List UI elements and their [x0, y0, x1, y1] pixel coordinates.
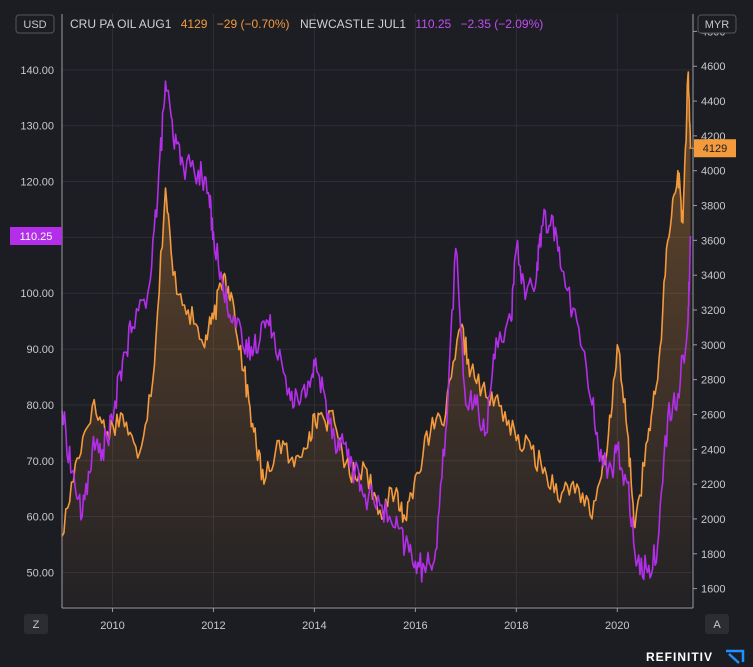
left-axis-ticks: 50.0060.0070.0080.0090.00100.00110.00120… — [20, 65, 54, 580]
brand-wordmark: REFINITIV — [645, 650, 713, 664]
x-axis-ticks: 2010 2012 2014 2016 2018 2020 — [100, 608, 630, 632]
right-tick-label: 2400 — [701, 444, 725, 456]
left-tick-label: 130.00 — [20, 121, 54, 133]
left-tick-label: 140.00 — [20, 65, 54, 77]
right-tick-label: 1800 — [701, 549, 725, 561]
legend-series1-name: CRU PA OIL AUG1 — [70, 17, 172, 31]
auto-scale-button-label: A — [713, 619, 721, 631]
left-tick-label: 100.00 — [20, 288, 54, 300]
x-tick-label: 2018 — [504, 620, 528, 632]
x-tick-label: 2016 — [403, 620, 427, 632]
right-axis-ticks: 1600 1800 2000 2200 2400 2600 2800 3000 3200 3400… — [693, 26, 725, 596]
right-tick-label: 3000 — [701, 340, 725, 352]
legend-series2[interactable]: NEWCASTLE JUL1 110.25 −2.35 (−2.09%) — [300, 17, 543, 31]
right-tick-label: 4600 — [701, 61, 725, 73]
right-tick-label: 1600 — [701, 584, 725, 596]
left-tick-label: 90.00 — [26, 344, 54, 356]
right-tick-label: 2000 — [701, 514, 725, 526]
legend-series1-change: −29 (−0.70%) — [217, 17, 290, 31]
left-tick-label: 120.00 — [20, 177, 54, 189]
left-unit-label: USD — [23, 19, 46, 31]
right-tick-label: 3600 — [701, 235, 725, 247]
legend-series1[interactable]: CRU PA OIL AUG1 4129 −29 (−0.70%) — [70, 17, 289, 31]
right-tick-label: 2200 — [701, 479, 725, 491]
right-unit-label: MYR — [705, 19, 730, 31]
left-tick-label: 80.00 — [26, 400, 54, 412]
x-tick-label: 2012 — [201, 620, 225, 632]
legend-series1-last: 4129 — [181, 17, 208, 31]
left-tick-label: 50.00 — [26, 567, 54, 579]
refinitiv-logo-icon — [726, 649, 745, 664]
right-tick-label: 2600 — [701, 409, 725, 421]
left-last-value-text: 110.25 — [20, 231, 53, 243]
left-tick-label: 60.00 — [26, 512, 54, 524]
right-tick-label: 4000 — [701, 166, 725, 178]
legend-series2-change: −2.35 (−2.09%) — [461, 17, 544, 31]
price-chart[interactable]: 50.0060.0070.0080.0090.00100.00110.00120… — [0, 0, 753, 667]
right-tick-label: 2800 — [701, 375, 725, 387]
right-last-value-text: 4129 — [703, 143, 727, 155]
right-tick-label: 3200 — [701, 305, 725, 317]
zoom-button-label: Z — [33, 619, 40, 631]
legend-series2-last: 110.25 — [415, 17, 451, 31]
right-tick-label: 3400 — [701, 270, 725, 282]
legend-series2-name: NEWCASTLE JUL1 — [300, 17, 406, 31]
right-tick-label: 3800 — [701, 201, 725, 213]
x-tick-label: 2010 — [100, 620, 124, 632]
right-tick-label: 4400 — [701, 96, 725, 108]
x-tick-label: 2014 — [302, 620, 326, 632]
x-tick-label: 2020 — [605, 620, 629, 632]
left-tick-label: 70.00 — [26, 456, 54, 468]
